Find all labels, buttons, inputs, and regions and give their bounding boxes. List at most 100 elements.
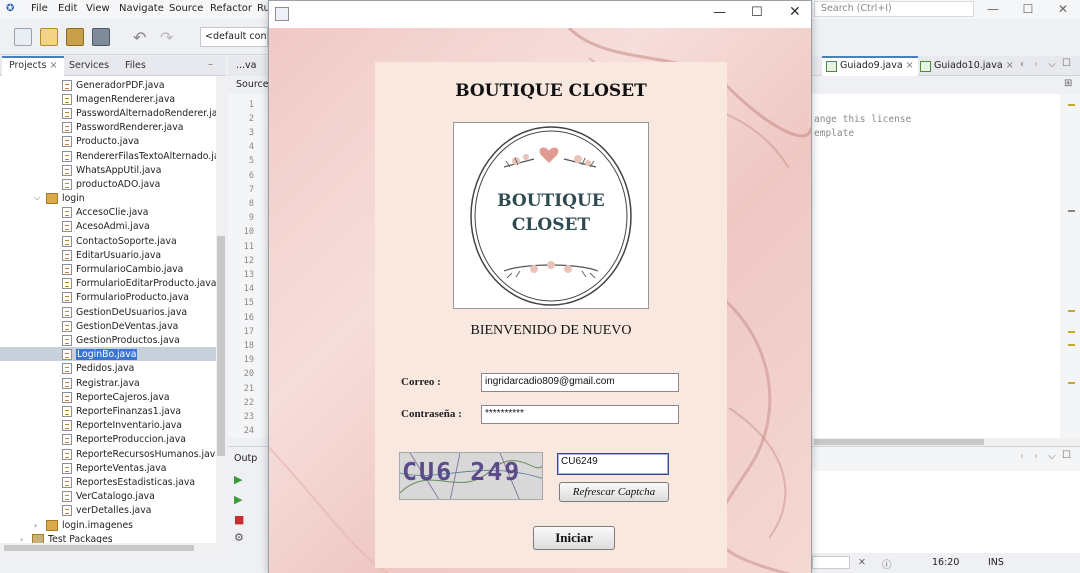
chevron-left-icon[interactable]: ‹	[1020, 451, 1024, 462]
password-label: Contraseña :	[401, 408, 462, 420]
menu-view[interactable]: View	[86, 3, 110, 14]
close-icon[interactable]: ×	[906, 60, 914, 71]
java-file-icon	[62, 178, 72, 190]
editor-tab-partial[interactable]: ...va	[228, 56, 268, 76]
refresh-captcha-button[interactable]: Refrescar Captcha	[559, 482, 669, 502]
test-packages-node[interactable]: › Test Packages	[20, 532, 113, 543]
chevron-down-icon[interactable]: ⌵	[1048, 59, 1056, 70]
window-maximize-icon[interactable]: ☐	[751, 5, 763, 20]
list-item[interactable]: WhatsAppUtil.java	[62, 163, 161, 177]
list-item[interactable]: ReporteCajeros.java	[62, 390, 170, 404]
new-project-icon[interactable]	[40, 28, 58, 46]
list-item[interactable]: Pedidos.java	[62, 361, 134, 375]
menu-source[interactable]: Source	[169, 3, 203, 14]
chevron-right-icon[interactable]: ›	[1034, 59, 1038, 70]
run-icon[interactable]: ▶	[234, 473, 242, 486]
line-number: 12	[243, 256, 254, 266]
settings-icon[interactable]: ⚙	[234, 531, 244, 544]
list-item[interactable]: ImagenRenderer.java	[62, 92, 175, 106]
minimize-panel-icon[interactable]: –	[208, 59, 213, 70]
list-item[interactable]: Producto.java	[62, 134, 139, 148]
editor-horizontal-scrollbar[interactable]	[812, 438, 1080, 446]
list-item[interactable]: ReporteRecursosHumanos.java	[62, 447, 216, 461]
close-icon[interactable]: ✕	[858, 557, 866, 568]
tab-projects[interactable]: Projects ×	[2, 56, 65, 76]
list-item-selected[interactable]: LoginBo.java	[0, 347, 216, 361]
list-item[interactable]: verDetalles.java	[62, 503, 151, 517]
maximize-icon[interactable]: ☐	[1062, 450, 1071, 461]
login-button[interactable]: Iniciar	[533, 526, 615, 550]
tab-guiado10[interactable]: Guiado10.java ×	[916, 56, 1018, 76]
list-item[interactable]: AccesoClie.java	[62, 205, 148, 219]
tree-vertical-scrollbar[interactable]	[216, 76, 226, 543]
tree-horizontal-scrollbar[interactable]	[0, 543, 226, 553]
menu-navigate[interactable]: Navigate	[119, 3, 164, 14]
list-item[interactable]: ContactoSoporte.java	[62, 234, 177, 248]
close-icon[interactable]: ×	[1006, 60, 1014, 71]
email-field[interactable]: ingridarcadio809@gmail.com	[481, 373, 679, 392]
config-dropdown[interactable]: <default config	[200, 27, 268, 47]
list-item[interactable]: AcesoAdmi.java	[62, 219, 150, 233]
list-item[interactable]: RendererFilasTextoAlternado.java	[62, 149, 216, 163]
captcha-input[interactable]: CU6249	[557, 453, 669, 475]
list-item[interactable]: ReportesEstadisticas.java	[62, 475, 195, 489]
stop-icon[interactable]: ■	[234, 513, 244, 526]
menu-refactor[interactable]: Refactor	[210, 3, 252, 14]
tab-services[interactable]: Services	[62, 56, 116, 76]
window-titlebar[interactable]: — ☐ ✕	[269, 1, 811, 28]
list-item[interactable]: PasswordAlternadoRenderer.java	[62, 106, 216, 120]
ide-minimize-icon[interactable]: —	[975, 0, 1011, 19]
rerun-icon[interactable]: ▶	[234, 493, 242, 506]
code-editor[interactable]: ange this license emplate	[812, 94, 1060, 438]
chevron-down-icon[interactable]: ⌵	[34, 193, 42, 203]
list-item[interactable]: Registrar.java	[62, 376, 140, 390]
window-minimize-icon[interactable]: —	[713, 5, 726, 20]
menu-edit[interactable]: Edit	[58, 3, 77, 14]
list-item[interactable]: GeneradorPDF.java	[62, 78, 165, 92]
source-tab[interactable]: Source	[228, 76, 269, 94]
redo-icon[interactable]: ↷	[160, 28, 173, 47]
list-item[interactable]: GestionDeUsuarios.java	[62, 305, 187, 319]
list-item[interactable]: ReporteInventario.java	[62, 418, 182, 432]
list-item[interactable]: GestionDeVentas.java	[62, 319, 178, 333]
list-item[interactable]: GestionProductos.java	[62, 333, 180, 347]
package-icon	[32, 533, 44, 543]
chevron-right-icon[interactable]: ›	[20, 535, 28, 544]
ide-maximize-icon[interactable]: ☐	[1010, 0, 1046, 19]
line-number: 13	[243, 270, 254, 280]
split-icon[interactable]: ⊞	[1064, 78, 1072, 89]
list-item[interactable]: ReporteVentas.java	[62, 461, 166, 475]
chevron-left-icon[interactable]: ‹	[1020, 59, 1024, 70]
ide-close-icon[interactable]: ✕	[1045, 0, 1080, 19]
list-item[interactable]: ReporteFinanzas1.java	[62, 404, 181, 418]
menu-file[interactable]: File	[31, 3, 48, 14]
list-item[interactable]: FormularioProducto.java	[62, 290, 189, 304]
list-item[interactable]: FormularioCambio.java	[62, 262, 183, 276]
open-project-icon[interactable]	[66, 28, 84, 46]
password-field[interactable]: **********	[481, 405, 679, 424]
ide-search-input[interactable]: Search (Ctrl+I)	[814, 1, 974, 17]
chevron-down-icon[interactable]: ⌵	[1048, 451, 1056, 462]
right-editor-tabs: Guiado9.java × Guiado10.java × ‹ › ⌵ ☐	[812, 56, 1080, 76]
list-item[interactable]: EditarUsuario.java	[62, 248, 161, 262]
notifications-icon[interactable]: ⓘ	[882, 557, 892, 571]
package-login[interactable]: ⌵ login	[34, 191, 85, 205]
list-item[interactable]: FormularioEditarProducto.java	[62, 276, 216, 290]
close-icon[interactable]: ×	[49, 60, 57, 71]
maximize-icon[interactable]: ☐	[1062, 58, 1071, 69]
tab-guiado9[interactable]: Guiado9.java ×	[822, 56, 918, 76]
package-login-imagenes[interactable]: › login.imagenes	[34, 518, 133, 532]
list-item[interactable]: VerCatalogo.java	[62, 489, 155, 503]
list-item[interactable]: PasswordRenderer.java	[62, 120, 183, 134]
tab-files[interactable]: Files	[118, 56, 153, 76]
output-tab[interactable]: Outp	[234, 453, 257, 464]
chevron-right-icon[interactable]: ›	[1034, 451, 1038, 462]
window-close-icon[interactable]: ✕	[789, 4, 801, 20]
chevron-right-icon[interactable]: ›	[34, 521, 42, 530]
list-item[interactable]: ReporteProduccion.java	[62, 432, 186, 446]
save-all-icon[interactable]	[92, 28, 110, 46]
list-item[interactable]: productoADO.java	[62, 177, 160, 191]
package-icon	[46, 192, 58, 204]
new-file-icon[interactable]	[14, 28, 32, 46]
undo-icon[interactable]: ↶	[133, 28, 146, 47]
